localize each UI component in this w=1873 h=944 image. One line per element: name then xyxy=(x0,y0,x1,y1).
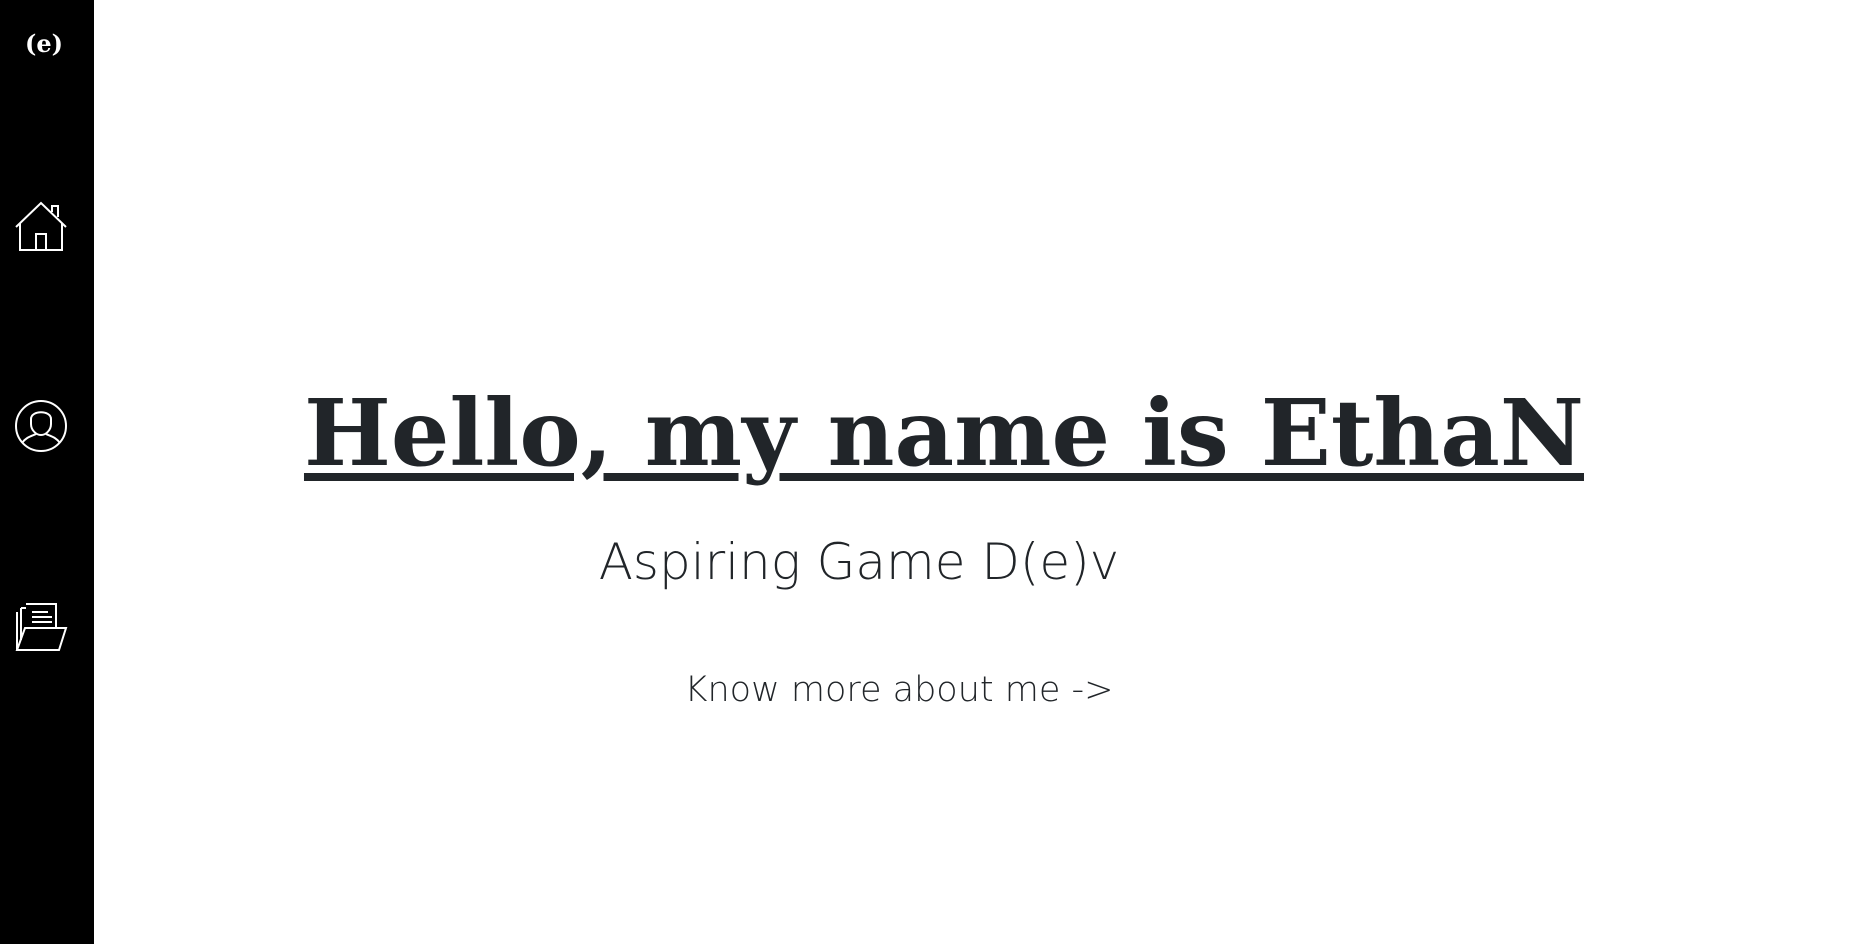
user-profile-icon xyxy=(14,399,68,453)
home-icon xyxy=(14,200,68,254)
nav-about-button[interactable] xyxy=(14,399,68,453)
folder-documents-icon xyxy=(14,600,68,654)
site-logo[interactable]: (e) xyxy=(0,26,88,62)
nav-projects-button[interactable] xyxy=(14,600,68,654)
hero-section: Hello, my name is EthaN Aspiring Game D(… xyxy=(94,0,1873,944)
nav-home-button[interactable] xyxy=(14,200,68,254)
know-more-label: Know more about me -> xyxy=(684,670,1114,710)
know-more-link[interactable]: Know more about me -> xyxy=(94,668,1704,712)
sidebar: (e) xyxy=(0,0,94,944)
hero-title: Hello, my name is EthaN xyxy=(303,379,1584,487)
hero-subtitle: Aspiring Game D(e)v xyxy=(598,533,1120,591)
